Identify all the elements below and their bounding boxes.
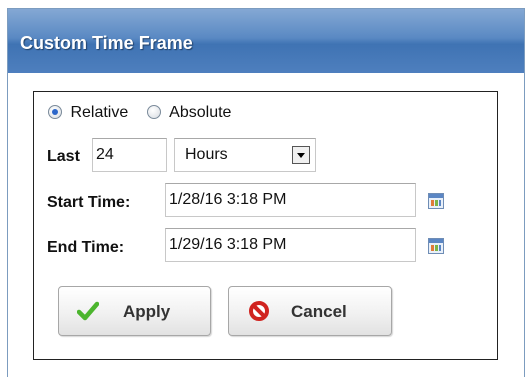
dialog-title: Custom Time Frame [20,33,193,53]
dialog-title-bar[interactable]: Custom Time Frame [8,9,524,73]
relative-label[interactable]: Relative [70,104,128,121]
relative-radio[interactable] [48,105,62,119]
cancel-button[interactable]: Cancel [228,286,392,336]
start-time-input[interactable]: 1/28/16 3:18 PM [165,183,416,217]
absolute-radio[interactable] [146,105,161,119]
apply-button-label: Apply [123,302,171,321]
cancel-button-label: Cancel [291,302,347,321]
calendar-icon[interactable] [428,238,444,254]
checkmark-icon [77,301,99,321]
chevron-down-icon[interactable] [292,146,310,164]
last-value-input[interactable]: 24 [92,138,167,172]
mode-radio-group: Relative Absolute [48,104,231,122]
time-unit-select[interactable]: Hours [174,138,316,172]
calendar-icon[interactable] [428,193,444,209]
last-label: Last [47,148,80,165]
end-time-label: End Time: [47,239,125,256]
apply-button[interactable]: Apply [58,286,211,336]
time-unit-value: Hours [185,146,228,163]
start-time-label: Start Time: [47,194,131,211]
absolute-label[interactable]: Absolute [169,104,231,121]
no-entry-icon [249,301,269,321]
end-time-input[interactable]: 1/29/16 3:18 PM [165,228,416,262]
